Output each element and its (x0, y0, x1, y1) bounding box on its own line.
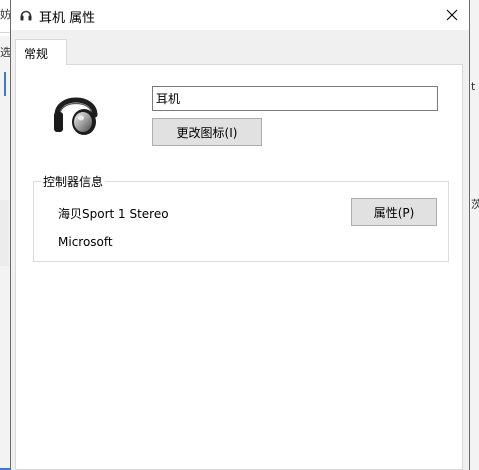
background-divider (0, 32, 10, 33)
close-icon (446, 9, 458, 21)
device-name-input[interactable] (152, 86, 438, 111)
controller-vendor: Microsoft (58, 235, 113, 249)
background-window-left: 妨 选 (0, 0, 11, 470)
properties-dialog: 耳机 属性 常规 耳机 更改图标(I) 控制器信息 海贝Sport 1 Ster… (10, 0, 470, 470)
tab-page-general: 更改图标(I) 控制器信息 海贝Sport 1 Stereo Microsoft… (15, 64, 463, 470)
controller-name: 海贝Sport 1 Stereo (58, 207, 169, 221)
headphones-icon (19, 8, 33, 22)
dialog-content: 常规 耳机 更改图标(I) 控制器信息 海贝Sport 1 Stereo Mic… (11, 30, 469, 470)
headphones-icon (52, 85, 100, 137)
background-text: 茨 (471, 198, 479, 211)
window-title: 耳机 属性 (39, 11, 96, 26)
background-panel (0, 200, 9, 266)
controller-info-group: 控制器信息 海贝Sport 1 Stereo Microsoft 属性(P) (33, 173, 449, 262)
screen: 妨 选 t 茨 耳机 属性 常规 耳机 更改图标(I) 控制器信息 海贝Spor… (0, 0, 479, 470)
background-window-right: t 茨 (470, 0, 479, 470)
title-bar[interactable]: 耳机 属性 (11, 0, 469, 30)
group-title: 控制器信息 (41, 173, 106, 190)
properties-button[interactable]: 属性(P) (351, 198, 437, 226)
close-button[interactable] (435, 0, 469, 30)
background-text: t (471, 80, 476, 93)
tab-label: 常规 (24, 47, 49, 61)
change-icon-button[interactable]: 更改图标(I) (152, 118, 262, 146)
tab-general[interactable]: 常规 (15, 39, 67, 65)
background-accent (4, 72, 6, 96)
